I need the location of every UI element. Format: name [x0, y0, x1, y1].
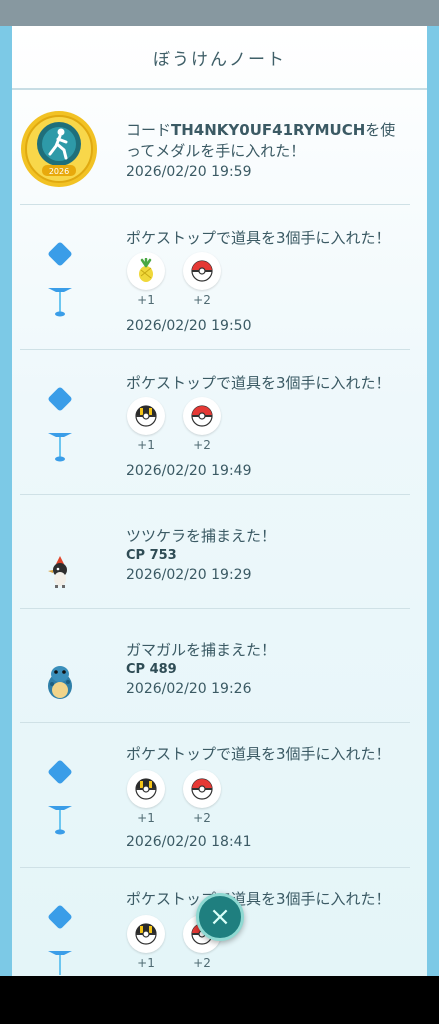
entry-message: ポケストップで道具を3個手に入れた！ [126, 229, 391, 247]
navigation-bar [0, 976, 439, 1024]
entry-date: 2026/02/20 19:49 [126, 463, 252, 479]
list-item[interactable]: 2026 コードTH4NKY0UF41RYMUCHを使ってメダルを手に入れた！ … [20, 92, 410, 205]
journal-header: ぼうけんノート [12, 26, 427, 90]
entry-date: 2026/02/20 19:29 [126, 567, 252, 583]
page-title: ぼうけんノート [153, 49, 286, 70]
pokestop-icon [20, 760, 100, 844]
close-button[interactable]: × [196, 893, 244, 941]
list-item[interactable]: ツツケラを捕まえた！ CP 753 2026/02/20 19:29 [20, 496, 410, 609]
poke-ball-icon [191, 405, 213, 427]
medal-icon: 2026 [20, 110, 100, 192]
entry-message: ポケストップで道具を3個手に入れた！ [126, 374, 391, 392]
entry-date: 2026/02/20 18:41 [126, 834, 252, 850]
item-count: +2 [193, 438, 211, 452]
pokestop-icon [20, 387, 100, 471]
medal-year: 2026 [49, 167, 69, 176]
list-item[interactable]: ポケストップで道具を3個手に入れた！ +1 [20, 724, 410, 868]
reward-item: +2 [182, 397, 222, 452]
pokestop-icon [20, 242, 100, 326]
item-count: +2 [193, 293, 211, 307]
reward-item: +2 [182, 770, 222, 825]
item-count: +1 [137, 956, 155, 970]
reward-item: +1 [126, 770, 166, 825]
entry-date: 2026/02/20 19:59 [126, 164, 252, 180]
list-item[interactable]: ポケストップで道具を3個手に入れた！ +1 [20, 351, 410, 495]
pokestop-icon [20, 905, 100, 976]
reward-item: +1 [126, 252, 166, 307]
reward-item: +1 [126, 915, 166, 970]
poke-ball-icon [191, 778, 213, 800]
ultra-ball-icon [135, 778, 157, 800]
entry-message: ツツケラを捕まえた！ [126, 527, 277, 545]
entry-message: コードTH4NKY0UF41RYMUCHを使ってメダルを手に入れた！ [126, 121, 396, 160]
pokemon-icon [42, 554, 122, 594]
close-icon: × [209, 902, 231, 932]
poke-ball-icon [191, 260, 213, 282]
ultra-ball-icon [135, 405, 157, 427]
item-count: +1 [137, 811, 155, 825]
entry-date: 2026/02/20 19:26 [126, 681, 252, 697]
item-count: +1 [137, 293, 155, 307]
item-count: +1 [137, 438, 155, 452]
item-count: +2 [193, 811, 211, 825]
ultra-ball-icon [135, 923, 157, 945]
entry-message: ポケストップで道具を3個手に入れた！ [126, 745, 391, 763]
combat-power: CP 489 [126, 662, 177, 677]
entry-date: 2026/02/20 19:50 [126, 318, 252, 334]
reward-item: +2 [182, 252, 222, 307]
reward-item: +1 [126, 397, 166, 452]
journal-panel: ぼうけんノート 2026 コードTH4NKY0UF41RYMUCHを使ってメダル… [12, 26, 427, 976]
combat-power: CP 753 [126, 548, 177, 563]
entry-message: ガマガルを捕まえた！ [126, 641, 277, 659]
status-bar [0, 0, 439, 26]
pinap-berry-icon [139, 258, 153, 282]
entry-message: ポケストップで道具を3個手に入れた！ [126, 890, 391, 908]
list-item[interactable]: ポケストップで道具を3個手に入れた！ +1 [20, 206, 410, 350]
pokemon-icon [40, 662, 120, 706]
medal-code: TH4NKY0UF41RYMUCH [171, 121, 366, 139]
list-item[interactable]: ガマガルを捕まえた！ CP 489 2026/02/20 19:26 [20, 610, 410, 723]
item-count: +2 [193, 956, 211, 970]
